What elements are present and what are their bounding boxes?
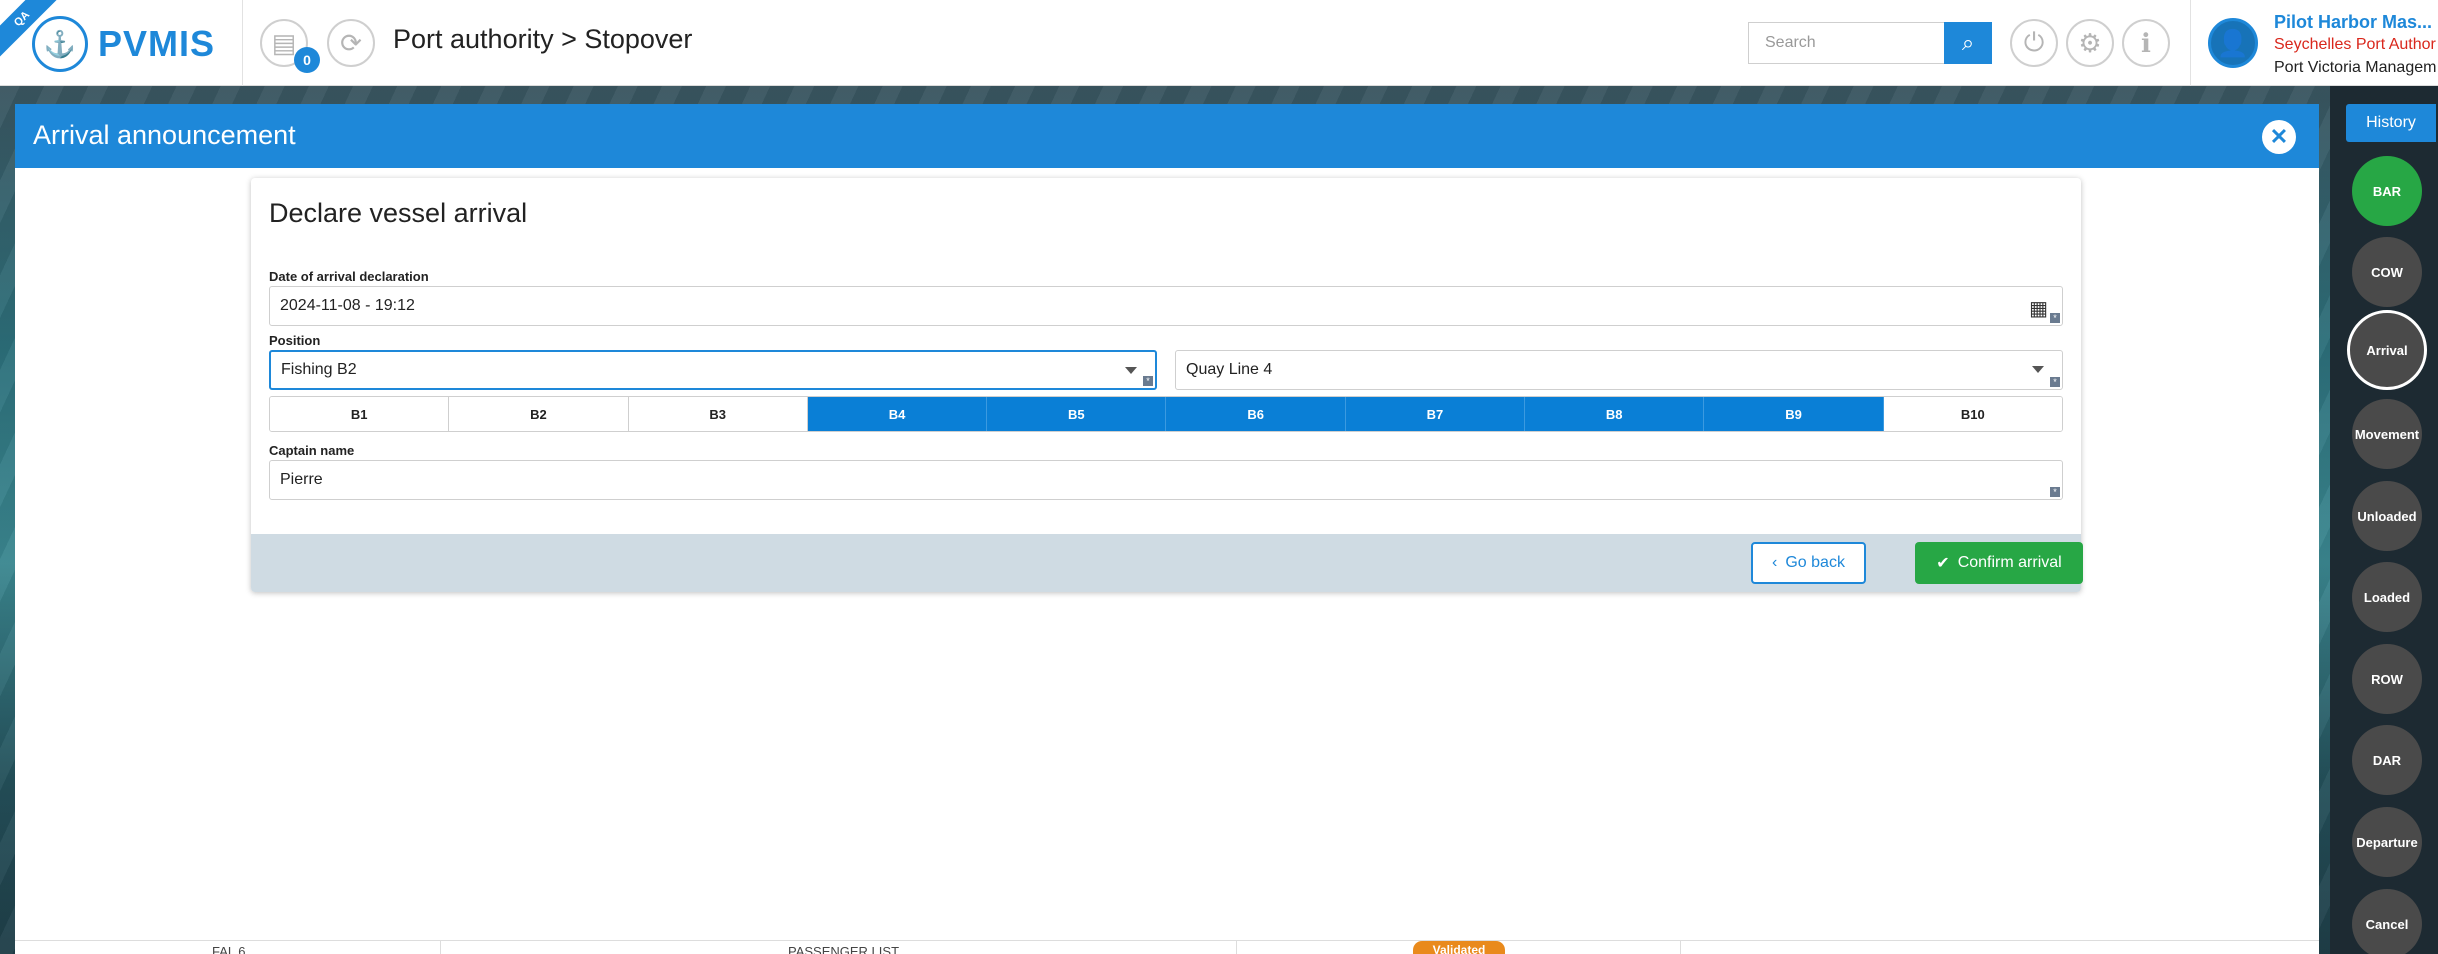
captain-name-value: Pierre	[280, 471, 323, 488]
quay-select[interactable]: Quay Line 4 *	[1175, 350, 2063, 390]
chevron-down-icon	[1125, 367, 1137, 374]
captain-label: Captain name	[269, 443, 355, 458]
modal-header: Arrival announcement ✕	[15, 104, 2319, 168]
required-marker-icon: *	[2050, 313, 2060, 323]
user-port: Port Victoria Managem	[2274, 59, 2437, 76]
column-divider	[1680, 941, 1681, 954]
arrival-date-value: 2024-11-08 - 19:12	[280, 297, 415, 314]
berth-selector: B1 B2 B3 B4 B5 B6 B7 B8 B9 B10	[269, 396, 2063, 432]
document-icon: ▤	[271, 27, 297, 58]
arrival-announcement-modal: Arrival announcement ✕ Declare vessel ar…	[15, 104, 2319, 954]
workflow-step[interactable]: COW	[2352, 237, 2422, 307]
workflow-step[interactable]: DAR	[2352, 725, 2422, 795]
confirm-arrival-label: Confirm arrival	[1957, 554, 2062, 571]
document-code: FAL 6	[212, 944, 246, 954]
card-title: Declare vessel arrival	[269, 198, 528, 228]
berth-option[interactable]: B2	[449, 397, 629, 431]
search-input[interactable]	[1748, 22, 1944, 64]
berth-option[interactable]: B9	[1704, 397, 1884, 431]
history-button[interactable]: History	[2346, 104, 2436, 142]
berth-option[interactable]: B10	[1883, 397, 2062, 431]
berth-option[interactable]: B4	[807, 397, 988, 431]
position-value: Fishing B2	[281, 361, 357, 378]
workflow-step[interactable]: Cancel	[2352, 889, 2422, 954]
berth-option[interactable]: B5	[987, 397, 1167, 431]
required-marker-icon: *	[2050, 487, 2060, 497]
position-select[interactable]: Fishing B2 *	[269, 350, 1157, 390]
declare-arrival-card: Declare vessel arrival Date of arrival d…	[251, 178, 2083, 592]
berth-option[interactable]: B1	[270, 397, 450, 431]
card-footer: ‹ Go back ✔ Confirm arrival	[251, 534, 2083, 592]
check-icon: ✔	[1936, 555, 1950, 572]
table-row: FAL 6 PASSENGER LIST Validated	[15, 940, 2319, 954]
chevron-left-icon: ‹	[1772, 554, 1778, 571]
top-header: QA ⚓ PVMIS ▤ 0 ⟳ Port authority > Stopov…	[0, 0, 2438, 86]
workflow-step[interactable]: Loaded	[2352, 562, 2422, 632]
workflow-step[interactable]: Departure	[2352, 807, 2422, 877]
quay-value: Quay Line 4	[1186, 361, 1273, 378]
breadcrumb: Port authority > Stopover	[393, 24, 693, 54]
berth-option[interactable]: B8	[1525, 397, 1705, 431]
required-marker-icon: *	[2050, 377, 2060, 387]
close-icon: ✕	[2269, 124, 2289, 149]
modal-title: Arrival announcement	[33, 120, 296, 150]
user-profile[interactable]: 👤 Pilot Harbor Mas... Seychelles Port Au…	[2190, 0, 2438, 86]
captain-name-field[interactable]: Pierre *	[269, 460, 2063, 500]
berth-option[interactable]: B3	[628, 397, 808, 431]
logout-button[interactable]: ⏻	[2010, 19, 2058, 67]
gears-icon: ⚙	[2078, 27, 2102, 58]
workflow-step[interactable]: BAR	[2352, 156, 2422, 226]
app-logo[interactable]: ⚓ PVMIS	[32, 16, 215, 72]
search-box: ⌕	[1748, 22, 1992, 64]
calendar-icon[interactable]: ▦	[2029, 296, 2048, 321]
user-avatar-icon: 👤	[2208, 18, 2258, 68]
logo-text: PVMIS	[98, 23, 216, 64]
date-label: Date of arrival declaration	[269, 269, 429, 284]
berth-option[interactable]: B7	[1345, 397, 1526, 431]
position-label: Position	[269, 333, 321, 348]
required-marker-icon: *	[1143, 376, 1153, 386]
user-name: Pilot Harbor Mas...	[2274, 12, 2433, 32]
berth-option[interactable]: B6	[1166, 397, 1346, 431]
go-back-button[interactable]: ‹ Go back	[1751, 542, 1866, 584]
chevron-down-icon	[2032, 366, 2044, 373]
power-icon: ⏻	[2023, 27, 2045, 57]
close-modal-button[interactable]: ✕	[2262, 120, 2296, 154]
arrival-date-field[interactable]: 2024-11-08 - 19:12 ▦ *	[269, 286, 2063, 326]
user-organization: Seychelles Port Author	[2274, 36, 2436, 53]
info-icon: ℹ	[2141, 27, 2151, 58]
info-button[interactable]: ℹ	[2122, 19, 2170, 67]
refresh-icon: ⟳	[340, 27, 362, 58]
workflow-step[interactable]: ROW	[2352, 644, 2422, 714]
settings-button[interactable]: ⚙	[2066, 19, 2114, 67]
go-back-label: Go back	[1785, 554, 1845, 571]
workflow-step[interactable]: Unloaded	[2352, 481, 2422, 551]
workflow-rail: History BAR COW Arrival Movement Unloaded Loa…	[2330, 86, 2438, 954]
column-divider	[1236, 941, 1237, 954]
confirm-arrival-button[interactable]: ✔ Confirm arrival	[1915, 542, 2083, 584]
column-divider	[440, 941, 441, 954]
search-icon: ⌕	[1961, 30, 1975, 55]
notification-count-badge: 0	[294, 47, 320, 73]
search-button[interactable]: ⌕	[1944, 22, 1992, 64]
anchor-icon: ⚓	[32, 16, 88, 72]
refresh-button[interactable]: ⟳	[327, 19, 375, 67]
workflow-step[interactable]: Arrival	[2347, 310, 2427, 390]
document-name: PASSENGER LIST	[788, 944, 900, 954]
status-badge: Validated	[1413, 941, 1505, 954]
header-divider	[242, 0, 243, 86]
workflow-step[interactable]: Movement	[2352, 399, 2422, 469]
